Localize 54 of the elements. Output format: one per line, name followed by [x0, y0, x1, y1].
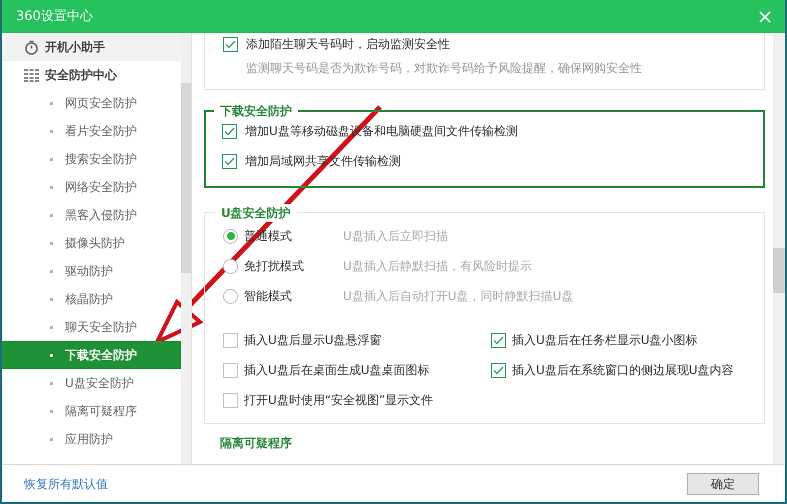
timer-icon — [24, 40, 39, 54]
window-title: 360设置中心 — [16, 8, 93, 26]
option-label: 打开U盘时使用“安全视图”显示文件 — [244, 392, 434, 409]
radio-button[interactable] — [223, 228, 238, 244]
checkmark-icon — [493, 336, 504, 344]
sidebar-item[interactable]: 驱动防护 — [2, 257, 181, 285]
sidebar-item[interactable]: 网页安全防护 — [2, 89, 181, 117]
mode-description: U盘插入后自动打开U盘，同时静默扫描U盘 — [343, 288, 574, 305]
scrollbar-thumb[interactable] — [181, 83, 191, 273]
mode-description: U盘插入后立即扫描 — [343, 228, 448, 245]
checkbox[interactable] — [223, 392, 238, 408]
checkmark-icon — [224, 156, 235, 166]
mode-label: 免打扰模式 — [244, 258, 304, 275]
checkmark-icon — [493, 366, 504, 374]
sidebar-item[interactable]: 聊天安全防护 — [2, 313, 181, 341]
option-label: 插入U盘后在系统窗口的侧边展现U盘内容 — [512, 362, 734, 379]
sidebar-item[interactable]: U盘安全防护 — [2, 369, 181, 397]
checkbox[interactable] — [222, 124, 237, 138]
list-icon — [24, 68, 39, 82]
sidebar-group[interactable]: 安全防护中心 — [2, 61, 181, 89]
sidebar-item[interactable]: 网络安全防护 — [2, 173, 181, 201]
checkmark-icon — [224, 126, 235, 136]
sidebar-item[interactable]: 下载安全防护 — [2, 341, 181, 369]
close-icon[interactable] — [759, 10, 771, 22]
option-label: 插入U盘后在桌面生成U盘桌面图标 — [244, 362, 430, 379]
radio-button[interactable] — [223, 258, 238, 274]
checkbox[interactable] — [223, 36, 238, 52]
sidebar-item[interactable]: 核晶防护 — [2, 285, 181, 313]
sidebar-item[interactable]: 搜索安全防护 — [2, 145, 181, 173]
sidebar-item[interactable]: 看片安全防护 — [2, 117, 181, 145]
checkbox[interactable] — [491, 332, 506, 348]
radio-button[interactable] — [223, 288, 238, 304]
option-label: 插入U盘后显示U盘悬浮窗 — [244, 332, 382, 349]
checkbox[interactable] — [222, 154, 237, 168]
option-label: 插入U盘后在任务栏显示U盘小图标 — [512, 332, 698, 349]
checkbox[interactable] — [223, 332, 238, 348]
section-title: 下载安全防护 — [214, 102, 298, 120]
checkmark-icon — [225, 40, 236, 48]
sidebar-item[interactable]: 隔离可疑程序 — [2, 397, 181, 425]
option-label: 添加陌生聊天号码时，启动监测安全性 — [246, 36, 450, 53]
sidebar-group[interactable]: 开机小助手 — [2, 33, 181, 61]
section-title: U盘安全防护 — [215, 204, 297, 222]
restore-defaults-link[interactable]: 恢复所有默认值 — [24, 474, 108, 492]
sidebar-item[interactable]: 黑客入侵防护 — [2, 201, 181, 229]
ok-button[interactable]: 确定 — [687, 472, 759, 494]
section-title: 隔离可疑程序 — [220, 435, 293, 452]
sidebar-item[interactable]: 应用防护 — [2, 425, 181, 453]
checkbox[interactable] — [223, 362, 238, 378]
sidebar-item[interactable]: 摄像头防护 — [2, 229, 181, 257]
mode-label: 智能模式 — [244, 288, 292, 305]
option-description: 监测聊天号码是否为欺诈号码，对欺诈号码给予风险提醒，确保网购安全性 — [245, 60, 643, 77]
scrollbar-thumb[interactable] — [773, 248, 785, 293]
mode-description: U盘插入后静默扫描，有风险时提示 — [343, 258, 532, 275]
checkbox[interactable] — [491, 362, 506, 378]
